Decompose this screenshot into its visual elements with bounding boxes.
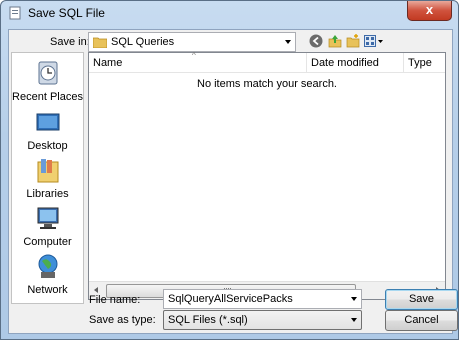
libraries-icon [37, 159, 58, 183]
save-in-label: Save in: [50, 36, 90, 48]
desktop-icon [36, 113, 59, 131]
save-sql-file-dialog: Save SQL File x Save in: SQL Queries Rec… [0, 0, 459, 340]
column-label: Date modified [311, 57, 379, 69]
place-label: Libraries [26, 188, 69, 200]
place-recent-places[interactable]: Recent Places [12, 59, 83, 103]
back-icon[interactable] [309, 34, 323, 48]
title-bar[interactable]: Save SQL File x [1, 1, 458, 25]
up-folder-icon[interactable] [328, 34, 342, 48]
computer-icon [37, 207, 58, 229]
app-icon [9, 6, 21, 20]
place-desktop[interactable]: Desktop [12, 108, 83, 152]
place-computer[interactable]: Computer [12, 204, 83, 248]
save-button[interactable]: Save [385, 289, 458, 310]
save-as-type-select[interactable]: SQL Files (*.sql) [163, 310, 362, 330]
file-name-label: File name: [89, 294, 141, 306]
close-button[interactable]: x [407, 1, 452, 21]
column-header-type[interactable]: Type [404, 53, 445, 73]
view-menu-icon[interactable] [364, 34, 384, 48]
place-label: Network [27, 284, 68, 296]
column-label: Type [408, 57, 432, 69]
chevron-down-icon [285, 40, 291, 44]
file-name-value: SqlQueryAllServicePacks [168, 293, 293, 305]
chevron-down-icon [351, 318, 357, 322]
dialog-body: Save in: SQL Queries Recent Places Deskt… [8, 29, 458, 334]
place-network[interactable]: Network [12, 252, 83, 296]
chevron-down-icon[interactable] [351, 297, 357, 301]
place-label: Computer [23, 236, 72, 248]
scroll-left-icon[interactable] [94, 287, 98, 293]
window-title: Save SQL File [28, 6, 105, 20]
column-label: Name [93, 57, 123, 69]
place-label: Desktop [27, 140, 68, 152]
column-header-date-modified[interactable]: Date modified [307, 53, 404, 73]
place-libraries[interactable]: Libraries [12, 156, 83, 200]
network-icon [38, 254, 57, 278]
place-label: Recent Places [12, 91, 83, 103]
save-as-type-value: SQL Files (*.sql) [168, 314, 248, 326]
save-in-value: SQL Queries [111, 36, 175, 48]
recent-places-icon [38, 61, 57, 85]
file-name-input[interactable]: SqlQueryAllServicePacks [163, 289, 362, 309]
close-icon: x [425, 2, 434, 17]
sort-up-icon: ^ [192, 51, 196, 60]
save-as-type-label: Save as type: [89, 314, 156, 326]
folder-icon [93, 37, 107, 48]
column-header-name[interactable]: Name ^ [89, 51, 307, 73]
file-list[interactable]: Name ^ Date modified Type No items match… [88, 51, 446, 300]
new-folder-icon[interactable] [346, 34, 360, 48]
empty-message: No items match your search. [197, 78, 337, 90]
cancel-button[interactable]: Cancel [385, 310, 458, 331]
places-bar: Recent Places Desktop Libraries Computer… [11, 52, 84, 304]
